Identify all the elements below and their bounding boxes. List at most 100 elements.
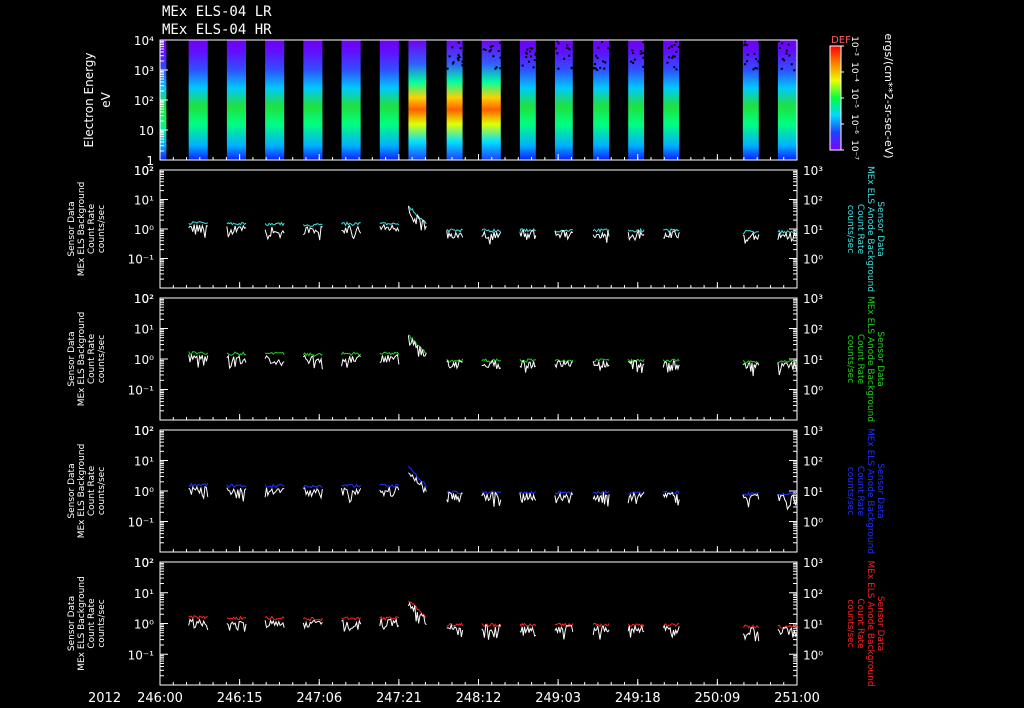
spectrogram-gap-pixel bbox=[604, 61, 607, 64]
background-series-line bbox=[742, 229, 759, 235]
spectrogram-gap-pixel bbox=[642, 51, 645, 54]
sensor-series-line bbox=[481, 491, 502, 507]
spectrogram-gap-pixel bbox=[785, 49, 788, 52]
sensor-series-line bbox=[627, 625, 645, 638]
sensor-series-line bbox=[742, 493, 760, 508]
spectrogram-gap-pixel bbox=[596, 56, 599, 59]
spectrogram-gap-pixel bbox=[451, 46, 454, 49]
sensor-series-line bbox=[341, 618, 362, 632]
spectrogram-gap-pixel bbox=[639, 50, 642, 53]
panel-frame bbox=[159, 297, 798, 421]
right-ytick-label: 10³ bbox=[803, 424, 823, 438]
spectrogram-gap-pixel bbox=[521, 64, 524, 67]
right-axis-label: Sensor Data bbox=[875, 331, 885, 386]
right-axis-label: MEx ELS Anode Background bbox=[865, 296, 875, 422]
right-ytick-label: 10⁰ bbox=[803, 516, 823, 530]
spectrogram-gap-pixel bbox=[790, 63, 793, 66]
spectrogram-band bbox=[481, 40, 501, 160]
sensor-series-line bbox=[379, 486, 400, 498]
background-series-line bbox=[627, 227, 645, 234]
right-axis-label: Count Rate bbox=[855, 466, 865, 517]
sensor-series-line bbox=[264, 355, 285, 367]
background-series-line bbox=[742, 360, 759, 364]
right-ytick-label: 10² bbox=[803, 323, 823, 337]
spectrogram-gap-pixel bbox=[642, 41, 645, 44]
background-series-line bbox=[264, 615, 285, 621]
spectrogram-gap-pixel bbox=[607, 47, 610, 50]
spectrogram-gap-pixel bbox=[601, 40, 604, 43]
right-axis-label: counts/sec bbox=[845, 335, 855, 383]
spectrogram-gap-pixel bbox=[602, 60, 605, 63]
colorbar-tick-label: 10⁻⁴ bbox=[849, 62, 859, 82]
spectrogram-gap-pixel bbox=[532, 66, 535, 69]
left-ytick-label: 10¹ bbox=[134, 194, 154, 208]
spectrogram-gap-pixel bbox=[744, 40, 747, 43]
background-series-line bbox=[226, 351, 247, 357]
background-series-line bbox=[663, 228, 680, 233]
left-axis-label: counts/sec bbox=[97, 467, 107, 515]
left-ytick-label: 10¹ bbox=[134, 455, 154, 469]
left-ytick-top-label: 10² bbox=[134, 164, 154, 178]
spectrogram-gap-pixel bbox=[533, 59, 536, 62]
spectrogram-band bbox=[408, 40, 427, 160]
right-axis-label: Count Rate bbox=[855, 204, 865, 255]
right-ytick-label: 10⁰ bbox=[803, 648, 823, 662]
background-series-line bbox=[341, 483, 362, 488]
right-axis-label: Sensor Data bbox=[875, 596, 885, 651]
sensor-series-line bbox=[264, 226, 285, 241]
background-series-line bbox=[264, 351, 285, 356]
colorbar-tick-label: 10⁻⁵ bbox=[849, 88, 859, 108]
right-ytick-label: 10² bbox=[803, 194, 823, 208]
sensor-series-line bbox=[302, 354, 323, 370]
x-tick-label: 251:00 bbox=[774, 691, 820, 706]
spectrogram-gap-pixel bbox=[667, 56, 670, 59]
right-axis-label: MEx ELS Anode Background bbox=[865, 560, 875, 686]
heatmap-ylabel-unit: eV bbox=[99, 91, 113, 107]
sensor-series-line bbox=[303, 487, 323, 500]
background-series-line bbox=[341, 616, 362, 621]
spectrogram-gap-pixel bbox=[754, 58, 757, 61]
panel-frame bbox=[159, 561, 798, 686]
spectrogram-gap-pixel bbox=[568, 54, 571, 57]
spectrogram-gap-pixel bbox=[452, 61, 455, 64]
x-tick-label: 248:12 bbox=[456, 691, 502, 706]
spectrogram-gap-pixel bbox=[632, 61, 635, 64]
spectrogram-band bbox=[628, 40, 645, 160]
spectrogram-gap-pixel bbox=[675, 50, 678, 53]
background-series-line bbox=[742, 624, 760, 629]
right-axis-label: counts/sec bbox=[845, 205, 855, 253]
spectrogram-gap-pixel bbox=[572, 46, 575, 49]
spectrogram-gap-pixel bbox=[491, 44, 494, 47]
background-series-line bbox=[302, 484, 323, 489]
left-ytick-label: 10⁻¹ bbox=[128, 384, 155, 398]
sensor-series-line bbox=[554, 359, 574, 369]
sensor-series-line bbox=[519, 625, 537, 637]
background-series-line bbox=[188, 351, 209, 356]
sensor-series-line bbox=[662, 491, 680, 506]
x-tick-label: 246:15 bbox=[217, 691, 263, 706]
spectrogram-gap-pixel bbox=[563, 57, 566, 60]
sensor-series-line bbox=[188, 618, 209, 631]
sensor-series-line bbox=[592, 625, 610, 640]
background-series-line bbox=[446, 228, 463, 234]
spectrogram-gap-pixel bbox=[593, 63, 596, 66]
background-series-line bbox=[446, 622, 464, 627]
background-series-line bbox=[481, 622, 501, 628]
heatmap-ytick-label: 10³ bbox=[134, 64, 154, 78]
x-tick-label: 247:06 bbox=[296, 691, 342, 706]
left-ytick-label: 10⁻¹ bbox=[128, 648, 155, 662]
sensor-series-line bbox=[341, 487, 362, 504]
spectrogram-gap-pixel bbox=[594, 67, 597, 70]
left-axis-label: Count Rate bbox=[87, 598, 97, 649]
right-ytick-label: 10¹ bbox=[803, 618, 823, 632]
spectrogram-gap-pixel bbox=[492, 55, 495, 58]
sensor-series-line bbox=[592, 360, 610, 371]
left-ytick-label: 10⁰ bbox=[134, 353, 154, 367]
background-series-line bbox=[226, 483, 247, 488]
spectrogram-gap-pixel bbox=[779, 46, 782, 49]
spectrogram-gap-pixel bbox=[781, 42, 784, 45]
sensor-series-line bbox=[519, 359, 537, 373]
spectrogram-gap-pixel bbox=[673, 66, 676, 69]
spectrogram-gap-pixel bbox=[527, 60, 530, 63]
spectrogram-gap-pixel bbox=[494, 67, 497, 70]
